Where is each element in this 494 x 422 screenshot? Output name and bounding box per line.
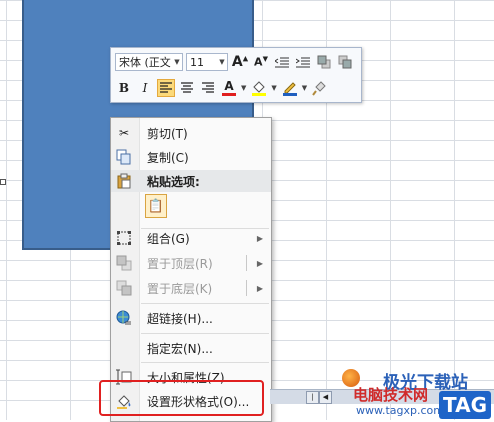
align-left-button[interactable] [157,79,175,97]
menu-item-label: 指定宏(N)... [147,341,213,356]
menu-item-send-to-back[interactable]: 置于底层(K) ▶ [111,277,271,299]
shape-outline-button[interactable] [281,79,299,97]
paste-clipboard-icon: 📋 [147,198,165,214]
italic-button[interactable]: I [136,79,154,97]
grow-font-icon: A▲ [231,54,249,70]
context-menu: ✂ 剪切(T) 复制(C) 粘贴选项: 📋 组合(G) ▶ 置于顶层(R) ▶ [110,117,272,422]
highlight-annotation-box [99,380,264,416]
watermark-text-2: 电脑技术网 [353,386,429,404]
clipboard-icon [116,173,132,189]
shrink-font-button[interactable]: A▼ [252,53,270,71]
group-icon [116,230,132,246]
grow-font-button[interactable]: A▲ [231,53,249,71]
chevron-down-icon[interactable]: ▼ [217,58,227,66]
copy-icon [116,149,132,165]
bring-forward-button[interactable] [315,53,333,71]
menu-item-label: 剪切(T) [147,126,188,141]
menu-item-hyperlink[interactable]: 超链接(H)... [111,307,271,329]
hyperlink-globe-icon [116,310,132,326]
menu-item-label: 置于底层(K) [147,281,213,296]
font-size-value: 11 [190,55,204,69]
shape-resize-handle[interactable] [0,179,6,185]
align-center-button[interactable] [178,79,196,97]
menu-item-group[interactable]: 组合(G) ▶ [111,227,271,249]
bring-to-front-icon [116,255,132,271]
decrease-indent-button[interactable] [273,53,291,71]
menu-item-label: 超链接(H)... [147,311,213,326]
menu-item-label: 组合(G) [147,231,190,246]
menu-item-label: 粘贴选项: [147,174,200,189]
pencil-icon [282,82,297,96]
chevron-down-icon[interactable]: ▼ [172,58,182,66]
paint-bucket-icon [252,81,267,96]
bold-button[interactable]: B [115,79,133,97]
font-color-bar [222,93,236,96]
chevron-down-icon[interactable]: ▼ [302,84,307,92]
send-backward-button[interactable] [336,53,354,71]
pipe-icon: | [311,393,314,401]
sheet-nav-prev-button[interactable]: ◀ [319,391,332,404]
submenu-arrow-icon: ▶ [256,283,263,293]
toolbar-row-format: B I A ▼ ▼ ▼ [115,77,332,99]
menu-item-label: 复制(C) [147,150,189,165]
submenu-arrow-icon: ▶ [256,258,263,268]
format-painter-icon [312,81,326,96]
menu-header-paste-options: 粘贴选项: [111,170,271,192]
fill-color-button[interactable] [250,79,268,97]
paste-option-button[interactable]: 📋 [145,194,167,218]
split-divider [246,280,247,296]
menu-item-label: 置于顶层(R) [147,256,213,271]
chevron-down-icon[interactable]: ▼ [271,84,276,92]
menu-item-bring-to-front[interactable]: 置于顶层(R) ▶ [111,252,271,274]
menu-item-assign-macro[interactable]: 指定宏(N)... [111,337,271,359]
split-divider [246,255,247,271]
menu-item-copy[interactable]: 复制(C) [111,146,271,168]
increase-indent-icon [296,57,310,68]
bring-forward-icon [317,55,331,69]
chevron-left-icon: ◀ [322,393,329,401]
toolbar-row-font: 宋体 (正文 ▼ 11 ▼ A▲ A▼ [115,51,357,73]
font-size-combo[interactable]: 11 ▼ [186,53,228,71]
font-color-button[interactable]: A [220,79,238,97]
mini-toolbar: 宋体 (正文 ▼ 11 ▼ A▲ A▼ B I A ▼ ▼ ▼ [110,47,362,103]
sheet-nav-first-button[interactable]: | [306,391,319,404]
font-color-label: A [224,79,234,93]
send-to-back-icon [116,280,132,296]
menu-item-cut[interactable]: ✂ 剪切(T) [111,122,271,144]
scissors-icon: ✂ [118,126,130,140]
watermark-url: www.tagxp.com [356,404,444,417]
bold-label: B [118,81,130,95]
format-painter-button[interactable] [311,79,329,97]
align-left-icon [160,82,172,93]
font-name-combo[interactable]: 宋体 (正文 ▼ [115,53,183,71]
increase-indent-button[interactable] [294,53,312,71]
menu-separator [141,362,269,363]
font-name-value: 宋体 (正文 [119,56,171,69]
italic-label: I [142,81,148,95]
align-right-button[interactable] [199,79,217,97]
shrink-font-icon: A▼ [254,55,268,69]
send-backward-icon [338,55,352,69]
align-right-icon [202,82,214,93]
menu-separator [141,333,269,334]
chevron-down-icon[interactable]: ▼ [241,84,246,92]
submenu-arrow-icon: ▶ [256,233,263,243]
watermark-tag-badge: TAG [439,391,491,419]
align-center-icon [181,82,193,93]
decrease-indent-icon [275,57,289,68]
menu-separator [141,303,269,304]
